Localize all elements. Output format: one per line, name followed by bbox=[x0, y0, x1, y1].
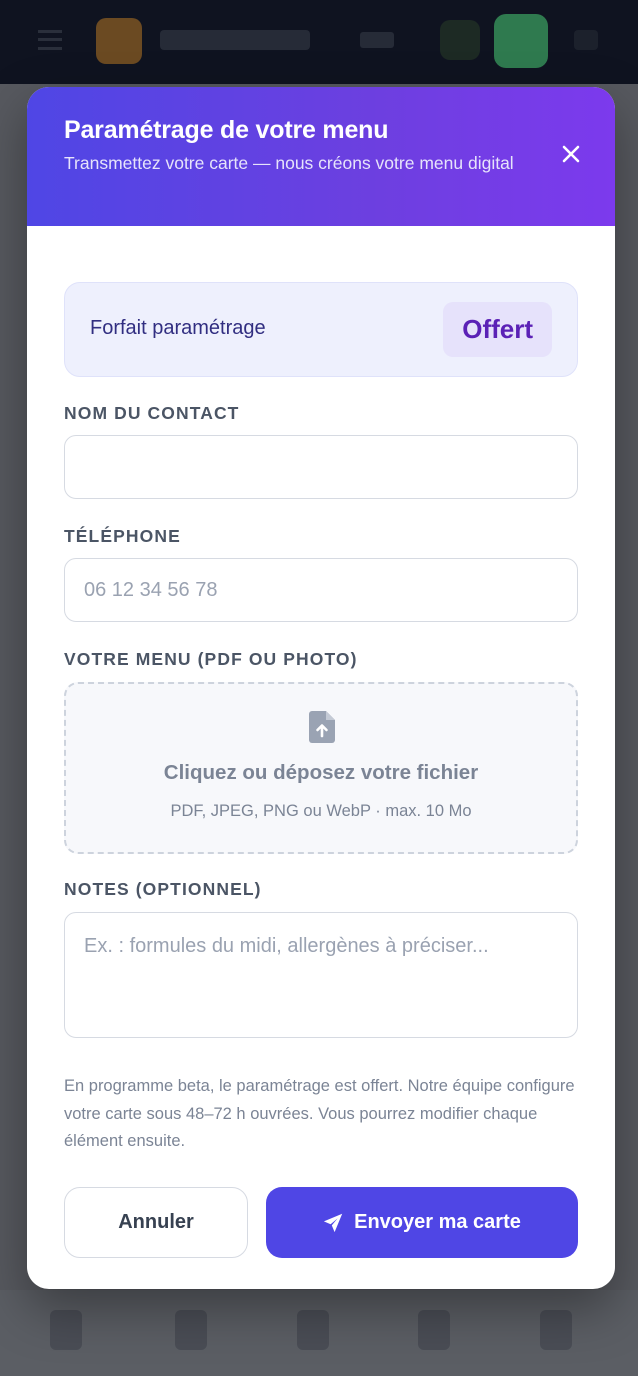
send-icon bbox=[323, 1213, 343, 1233]
background-language-selector bbox=[360, 32, 394, 48]
background-restaurant-name bbox=[160, 30, 310, 50]
contact-name-label: NOM DU CONTACT bbox=[64, 403, 240, 423]
notes-label: NOTES (OPTIONNEL) bbox=[64, 879, 262, 899]
menu-setup-modal: Paramétrage de votre menu Transmettez vo… bbox=[27, 87, 615, 1289]
phone-label: TÉLÉPHONE bbox=[64, 526, 181, 546]
dropzone-hint: PDF, JPEG, PNG ou WebP · max. 10 Mo bbox=[170, 802, 472, 820]
modal-subtitle: Transmettez votre carte — nous créons vo… bbox=[64, 153, 514, 173]
cancel-button[interactable]: Annuler bbox=[64, 1187, 248, 1258]
notes-textarea[interactable] bbox=[64, 912, 578, 1038]
background-tab bbox=[175, 1310, 207, 1350]
beta-footnote: En programme beta, le paramétrage est of… bbox=[64, 1077, 575, 1150]
background-tab bbox=[297, 1310, 329, 1350]
background-tab bbox=[418, 1310, 450, 1350]
plan-summary: Forfait paramétrage Offert bbox=[64, 282, 578, 377]
menu-upload-label: VOTRE MENU (PDF OU PHOTO) bbox=[64, 649, 358, 669]
background-menu-icon bbox=[38, 30, 62, 50]
background-account-icon bbox=[574, 30, 598, 50]
plan-price-badge: Offert bbox=[443, 302, 552, 357]
background-tab bbox=[540, 1310, 572, 1350]
plan-label: Forfait paramétrage bbox=[90, 317, 266, 339]
phone-input[interactable] bbox=[64, 558, 578, 622]
background-bottom-nav bbox=[0, 1290, 638, 1376]
contact-name-input[interactable] bbox=[64, 435, 578, 499]
background-tab bbox=[50, 1310, 82, 1350]
file-upload-icon bbox=[309, 711, 335, 743]
modal-header: Paramétrage de votre menu Transmettez vo… bbox=[27, 87, 615, 226]
send-menu-button-label: Envoyer ma carte bbox=[354, 1211, 521, 1233]
background-action-button bbox=[440, 20, 480, 60]
background-primary-button bbox=[494, 14, 548, 68]
close-button[interactable] bbox=[559, 142, 583, 166]
close-icon bbox=[559, 142, 583, 166]
background-app-header bbox=[0, 0, 638, 84]
menu-file-dropzone[interactable]: Cliquez ou déposez votre fichier PDF, JP… bbox=[64, 682, 578, 854]
dropzone-title: Cliquez ou déposez votre fichier bbox=[163, 761, 479, 784]
send-menu-button[interactable]: Envoyer ma carte bbox=[266, 1187, 578, 1258]
background-logo bbox=[96, 18, 142, 64]
modal-title: Paramétrage de votre menu bbox=[64, 116, 389, 144]
